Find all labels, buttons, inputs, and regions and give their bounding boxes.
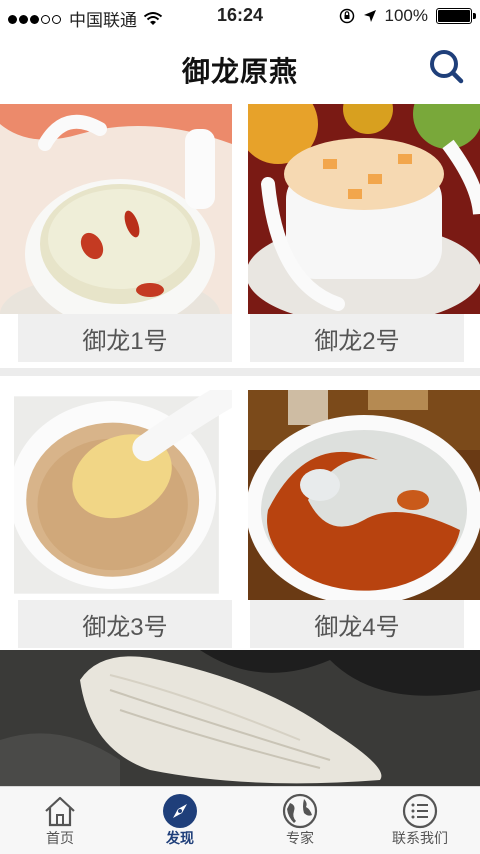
search-icon xyxy=(430,50,464,84)
product-image-3 xyxy=(14,390,232,594)
product-card-4[interactable]: 御龙4号 xyxy=(248,390,480,648)
product-card-3[interactable]: 御龙3号 xyxy=(0,390,232,648)
tab-label-discover: 发现 xyxy=(166,830,194,846)
search-button[interactable] xyxy=(426,46,466,86)
compass-icon xyxy=(163,794,197,828)
product-image-4 xyxy=(248,390,480,600)
tab-label-contact: 联系我们 xyxy=(392,830,448,846)
status-bar: 中国联通 16:24 100% xyxy=(0,0,480,32)
product-label-2: 御龙2号 xyxy=(250,314,464,362)
product-image-2 xyxy=(248,104,480,314)
battery-icon xyxy=(436,8,476,24)
tab-home[interactable]: 首页 xyxy=(0,787,120,854)
product-label-4: 御龙4号 xyxy=(250,600,464,648)
app-header: 御龙原燕 xyxy=(0,32,480,104)
featured-banner[interactable] xyxy=(0,650,480,786)
tab-label-home: 首页 xyxy=(46,830,74,846)
tab-label-experts: 专家 xyxy=(286,830,314,846)
section-divider xyxy=(0,368,480,376)
bottom-tab-bar: 首页 发现 专家 联系我们 xyxy=(0,786,480,854)
product-label-3: 御龙3号 xyxy=(18,600,232,648)
product-card-2[interactable]: 御龙2号 xyxy=(248,104,480,362)
home-icon xyxy=(45,796,75,827)
tab-discover[interactable]: 发现 xyxy=(120,787,240,854)
location-icon xyxy=(363,10,376,22)
page-title: 御龙原燕 xyxy=(181,56,298,87)
tab-contact[interactable]: 联系我们 xyxy=(360,787,480,854)
banner-image xyxy=(0,650,480,786)
list-icon xyxy=(402,793,438,829)
tab-experts[interactable]: 专家 xyxy=(240,787,360,854)
globe-icon xyxy=(282,793,318,829)
product-image-1 xyxy=(0,104,232,314)
orientation-lock-icon xyxy=(339,8,354,24)
battery-percent: 100% xyxy=(384,6,428,25)
product-label-1: 御龙1号 xyxy=(18,314,232,362)
product-card-1[interactable]: 御龙1号 xyxy=(0,104,232,362)
